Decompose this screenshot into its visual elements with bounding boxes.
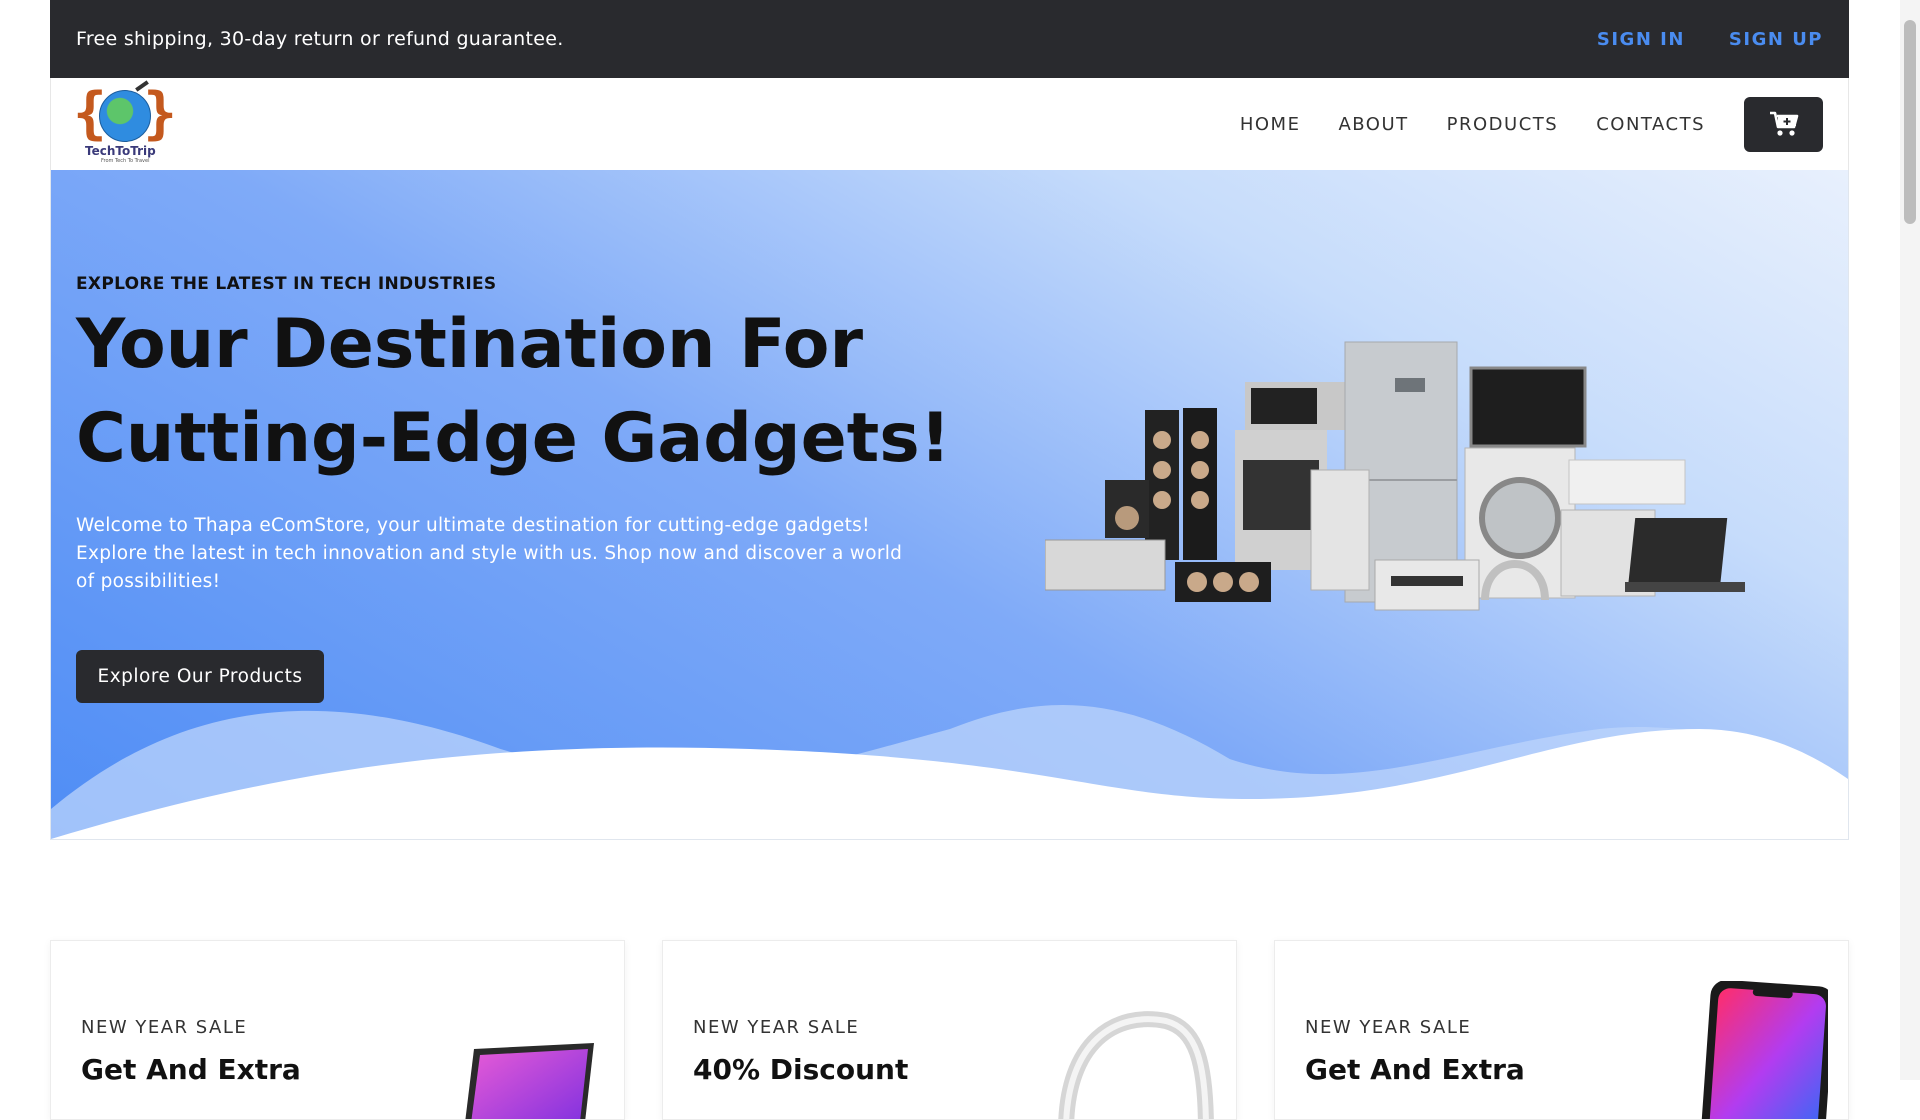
logo-wordmark: TechToTrip bbox=[85, 144, 156, 158]
nav-about[interactable]: ABOUT bbox=[1338, 114, 1408, 135]
top-announcement-bar: Free shipping, 30-day return or refund g… bbox=[50, 0, 1849, 78]
electronics-group-image bbox=[1045, 341, 1745, 611]
card-title: Get And Extra bbox=[81, 1053, 301, 1086]
hero-wave-decoration bbox=[51, 705, 1848, 839]
card-label: NEW YEAR SALE bbox=[1305, 1017, 1472, 1038]
sale-card-headphones[interactable]: NEW YEAR SALE 40% Discount bbox=[662, 940, 1237, 1120]
logo-brace-right: } bbox=[143, 81, 177, 146]
hero-title-line-1: Your Destination For bbox=[76, 305, 864, 384]
page-scrollbar[interactable] bbox=[1900, 0, 1920, 1080]
smartphone-image bbox=[1701, 981, 1828, 1119]
nav-contacts[interactable]: CONTACTS bbox=[1596, 114, 1705, 135]
card-label: NEW YEAR SALE bbox=[693, 1017, 860, 1038]
hero-section: EXPLORE THE LATEST IN TECH INDUSTRIES Yo… bbox=[50, 170, 1849, 840]
nav-home[interactable]: HOME bbox=[1240, 114, 1301, 135]
hero-description: Welcome to Thapa eComStore, your ultimat… bbox=[76, 515, 903, 592]
cart-icon bbox=[1769, 111, 1798, 136]
page-container: Free shipping, 30-day return or refund g… bbox=[50, 0, 1849, 840]
hero-eyebrow: EXPLORE THE LATEST IN TECH INDUSTRIES bbox=[76, 274, 497, 294]
auth-links: SIGN IN SIGN UP bbox=[1597, 29, 1823, 50]
logo-tagline: From Tech To Travel bbox=[101, 158, 150, 164]
sale-card-smartphone[interactable]: NEW YEAR SALE Get And Extra bbox=[1274, 940, 1849, 1120]
laptop-image bbox=[465, 1043, 594, 1119]
main-navbar: { } TechToTrip From Tech To Travel HOME … bbox=[50, 78, 1849, 170]
card-title: Get And Extra bbox=[1305, 1053, 1525, 1086]
cart-button[interactable] bbox=[1744, 96, 1823, 152]
card-title: 40% Discount bbox=[693, 1053, 909, 1086]
nav-products[interactable]: PRODUCTS bbox=[1447, 114, 1559, 135]
headphones-image bbox=[1058, 1011, 1214, 1119]
card-label: NEW YEAR SALE bbox=[81, 1017, 248, 1038]
scrollbar-thumb[interactable] bbox=[1904, 20, 1916, 224]
promo-text: Free shipping, 30-day return or refund g… bbox=[76, 28, 564, 50]
hero-title: Your Destination For Cutting-Edge Gadget… bbox=[76, 298, 976, 486]
nav-menu: HOME ABOUT PRODUCTS CONTACTS bbox=[1202, 96, 1823, 152]
sign-up-link[interactable]: SIGN UP bbox=[1729, 29, 1823, 50]
sign-in-link[interactable]: SIGN IN bbox=[1597, 29, 1685, 50]
sale-card-laptop[interactable]: NEW YEAR SALE Get And Extra bbox=[50, 940, 625, 1120]
site-logo[interactable]: { } TechToTrip From Tech To Travel bbox=[73, 80, 177, 166]
sale-cards-row: NEW YEAR SALE Get And Extra NEW YEAR SAL… bbox=[50, 940, 1849, 1120]
hero-title-line-2: Cutting-Edge Gadgets! bbox=[76, 399, 951, 478]
